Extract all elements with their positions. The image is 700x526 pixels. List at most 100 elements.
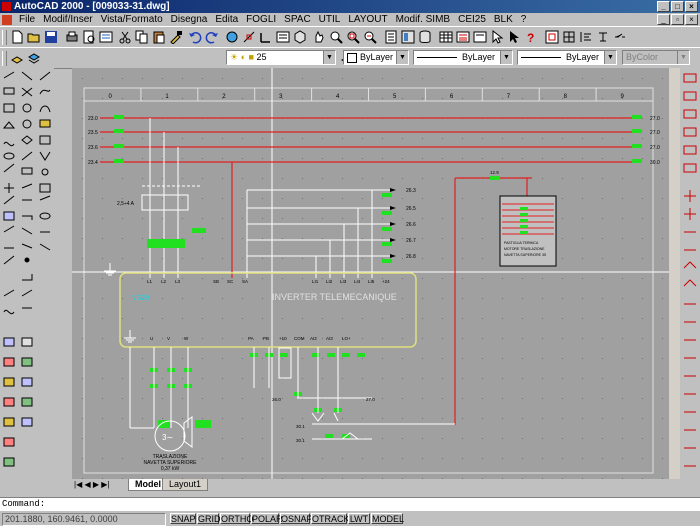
doc-close-button[interactable]: ×: [685, 14, 698, 25]
inverter-ref: VS29: [132, 295, 149, 302]
inverter-bottom-terminals: U V W PA PB +10 COM AI2 AI3 LO+: [150, 336, 351, 341]
polar-toggle[interactable]: POLAR: [251, 513, 283, 524]
tab-navigation-arrows[interactable]: |◀ ◀ ▶ ▶|: [74, 480, 109, 489]
insert-block-icon[interactable]: [562, 30, 576, 44]
toolbar-grip[interactable]: [2, 30, 7, 45]
redo-icon[interactable]: [205, 30, 219, 44]
publish-icon[interactable]: [99, 30, 113, 44]
minimize-button[interactable]: _: [657, 1, 670, 12]
3d-view-icon[interactable]: [293, 30, 307, 44]
paste-icon[interactable]: [152, 30, 166, 44]
drawing-canvas[interactable]: 0 1 2 3 4 5 6 7 8 9 23.0 23.5 23.6 23.4 27.0 27.0…: [72, 68, 673, 479]
draw-toolbar-icons: [2, 71, 51, 315]
chevron-down-icon[interactable]: ▼: [396, 51, 408, 64]
maximize-button[interactable]: □: [671, 1, 684, 12]
snap-toggle[interactable]: SNAP: [170, 513, 196, 524]
command-line[interactable]: Command:: [0, 497, 700, 511]
menu-vista-formato[interactable]: Vista/Formato: [97, 13, 167, 26]
menu-disegna[interactable]: Disegna: [167, 13, 212, 26]
menu-util[interactable]: UTIL: [315, 13, 345, 26]
schematic-drawing[interactable]: 0 1 2 3 4 5 6 7 8 9 23.0 23.5 23.6 23.4 27.0 27.0…: [72, 68, 673, 479]
help-icon[interactable]: ?: [524, 30, 538, 44]
object-snap-icon[interactable]: [242, 30, 256, 44]
chevron-down-icon[interactable]: ▼: [500, 51, 512, 64]
menu-spac[interactable]: SPAC: [280, 13, 315, 26]
chevron-down-icon[interactable]: ▼: [323, 51, 335, 64]
new-file-icon[interactable]: [10, 30, 24, 44]
copy-icon[interactable]: [135, 30, 149, 44]
ucs-icon[interactable]: [259, 30, 273, 44]
plotstyle-dropdown[interactable]: ByColor ▼: [622, 50, 690, 65]
ortho-toggle[interactable]: ORTHO: [220, 513, 253, 524]
menu-layout[interactable]: LAYOUT: [344, 13, 391, 26]
menu-bar: File Modif/Inser Vista/Formato Disegna E…: [0, 13, 700, 26]
menu-edita[interactable]: Edita: [211, 13, 242, 26]
named-views-icon[interactable]: [276, 30, 290, 44]
grid-list-icon[interactable]: [456, 30, 470, 44]
osnap-toggle[interactable]: OSNAP: [280, 513, 313, 524]
menu-modif-simb[interactable]: Modif. SIMB: [392, 13, 454, 26]
svg-text:U: U: [150, 336, 153, 341]
grid-toggle[interactable]: GRID: [197, 513, 221, 524]
otrack-toggle[interactable]: OTRACK: [311, 513, 350, 524]
lineweight-dropdown[interactable]: ByLayer ▼: [517, 50, 617, 65]
table-icon[interactable]: [439, 30, 453, 44]
design-center-icon[interactable]: [401, 30, 415, 44]
lwt-toggle[interactable]: LWT: [348, 513, 370, 524]
chevron-down-icon[interactable]: ▼: [677, 51, 689, 64]
contact-icon[interactable]: [613, 30, 627, 44]
color-value: ByLayer: [360, 52, 394, 62]
menu-fogli[interactable]: FOGLI: [242, 13, 280, 26]
make-layer-current-icon[interactable]: [10, 51, 24, 65]
toolbar-grip[interactable]: [2, 51, 7, 66]
column-number: 3: [279, 94, 283, 100]
menu-blk[interactable]: BLK: [490, 13, 517, 26]
print-icon[interactable]: [65, 30, 79, 44]
menu-help[interactable]: ?: [517, 13, 531, 26]
zoom-realtime-icon[interactable]: [329, 30, 343, 44]
chevron-down-icon[interactable]: ▼: [604, 51, 616, 64]
layer-dropdown[interactable]: ☀ ◐ ■ 25 ▼: [226, 50, 336, 65]
undo-icon[interactable]: [188, 30, 202, 44]
menu-cei25[interactable]: CEI25: [454, 13, 490, 26]
cursor-icon[interactable]: [490, 30, 504, 44]
save-icon[interactable]: [44, 30, 58, 44]
menu-file[interactable]: File: [15, 13, 39, 26]
zoom-window-icon[interactable]: [346, 30, 360, 44]
zoom-previous-icon[interactable]: [363, 30, 377, 44]
attribute-icon[interactable]: [473, 30, 487, 44]
symbol-library-icons[interactable]: [680, 68, 700, 493]
menu-modif-inser[interactable]: Modif/Inser: [39, 13, 96, 26]
print-preview-icon[interactable]: [82, 30, 96, 44]
layers-icon[interactable]: [27, 51, 41, 65]
layer-value: 25: [256, 52, 267, 62]
grid-snap-icon[interactable]: [545, 30, 559, 44]
modify-toolbar-icons: [3, 337, 33, 467]
contact-label: 12.9: [490, 170, 499, 175]
properties-icon[interactable]: [384, 30, 398, 44]
hyperlink-icon[interactable]: [225, 30, 239, 44]
close-button[interactable]: ×: [685, 1, 698, 12]
cut-icon[interactable]: [118, 30, 132, 44]
color-dropdown[interactable]: ByLayer ▼: [343, 50, 409, 65]
document-icon[interactable]: [2, 14, 12, 25]
tab-layout1[interactable]: Layout1: [162, 479, 209, 491]
pan-icon[interactable]: [312, 30, 326, 44]
column-number: 5: [393, 94, 397, 100]
open-folder-icon[interactable]: [27, 30, 41, 44]
match-properties-icon[interactable]: [169, 30, 183, 44]
align-icon[interactable]: [579, 30, 593, 44]
pick-tool-icon[interactable]: [507, 30, 521, 44]
doc-minimize-button[interactable]: _: [657, 14, 670, 25]
branch-label: 26.7: [406, 238, 416, 244]
linetype-dropdown[interactable]: ByLayer ▼: [413, 50, 513, 65]
doc-restore-button[interactable]: ▫: [671, 14, 684, 25]
symbol-icon[interactable]: [596, 30, 610, 44]
standard-toolbar: ?: [0, 26, 700, 48]
vertical-scrollbar[interactable]: [669, 68, 680, 479]
db-connect-icon[interactable]: [418, 30, 432, 44]
line-label-right: 30.0: [650, 160, 660, 166]
status-bar: 201.1880, 160.9461, 0.0000 SNAP GRID ORT…: [0, 512, 700, 526]
model-toggle[interactable]: MODEL: [371, 513, 404, 524]
autocad-app-icon[interactable]: [2, 2, 11, 11]
